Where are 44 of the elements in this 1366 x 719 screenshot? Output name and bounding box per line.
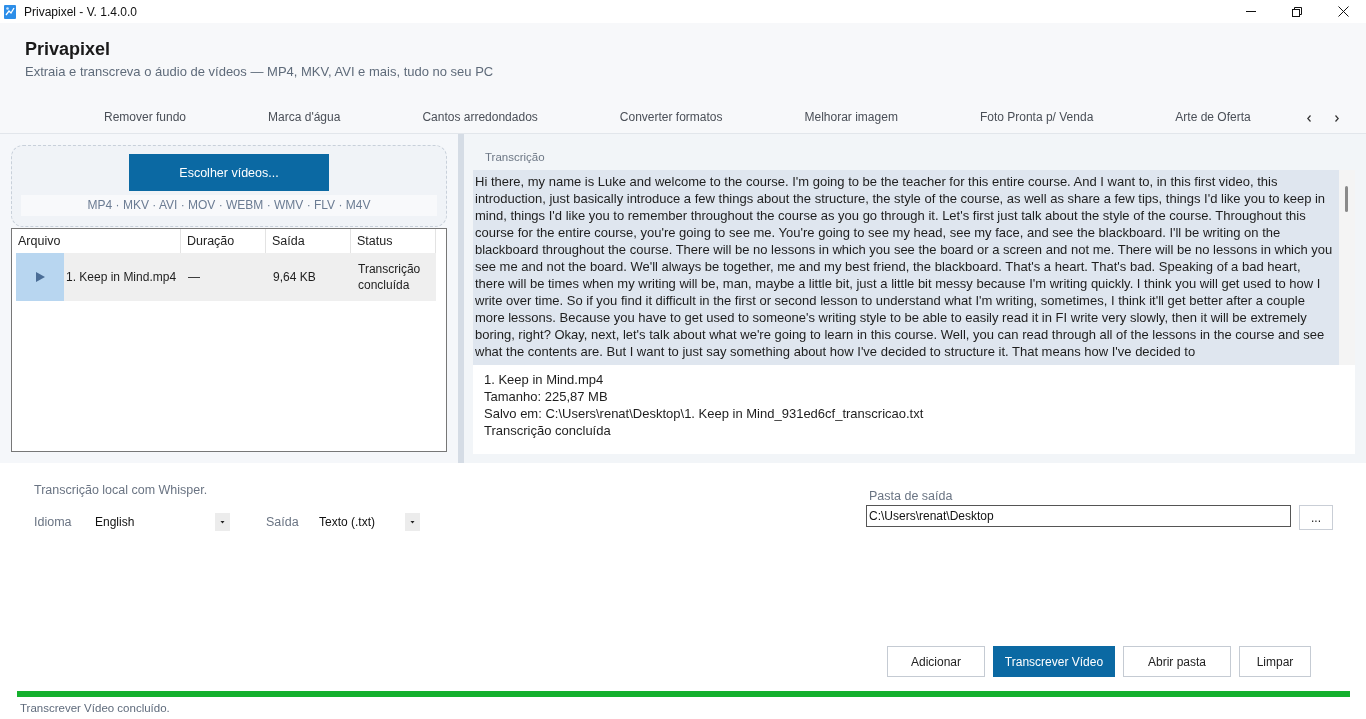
info-line: Tamanho: 225,87 MB [484,388,608,405]
restore-icon [1292,6,1302,17]
action-button[interactable]: Limpar [1239,646,1311,677]
table-cell-text: — [187,269,201,285]
info-line: 1. Keep in Mind.mp4 [484,371,604,388]
status-text: Transcrever Vídeo concluído. [19,701,170,716]
tool-tab[interactable]: Marca d'água [227,103,382,133]
transcript-label: Transcrição [484,150,546,165]
play-icon [35,272,45,282]
engine-note: Transcrição local com Whisper. [34,482,208,498]
app-icon [4,4,16,19]
drop-zone[interactable]: Escolher vídeos... MP4 · MKV · AVI · MOV · WEBM · WMV · FLV · M4V [11,145,447,227]
choose-videos-button[interactable]: Escolher vídeos... [129,154,329,191]
table-row[interactable]: 1. Keep in Mind.mp4 — 9,64 KB Transcrição concluída [16,253,436,301]
action-button[interactable]: Abrir pasta [1123,646,1231,677]
chevron-right-icon [1335,114,1339,122]
scrollbar[interactable] [1339,170,1355,365]
transcript-field[interactable]: Hi there, my name is Luke and welcome to the course. I'm going to be the teacher for this entire course. And I want to, in this first video, this introduction, just basically introduce a few things about the structure, the style of the course, as well as share a few tips, things I'd like you to keep in mind, things I'd like you to remember throughout the course as you go through it. Let's first just talk about the style of the course. Throughout this course for the entire course, you're going to see me. You're going to see my head, see my face, and see the blackboard. I'll be writing on the blackboard throughout the course. There will be no lessons in which you see the board or a screen and not me. There will be no lessons in which you see me and not the board. We'll always be together, me and my best friend, the blackboard. That's a heart. That's bad. Speaking of a bad heart, there will be times when my writing will be, man, maybe a little bit, just a little bit messy because I'm writing quickly. I think you will get used to how I write over time. So if you find it difficult in the first or second lesson to understand what I'm writing, sometimes, I think it'll get better after a couple more lessons. Because you have to get used to someone's writing style to be able to easily read it in FI write very slowly, then it will be extremely boring, right? Okay, next, let's talk about what we're going to learn in this course. Well, you can read through all of the lessons in the course and see what the contents are. But I want to just say something about how I've decided to structure it. That means how I've decided to [473,170,1355,365]
play-button[interactable] [16,253,64,301]
tool-tab[interactable]: Converter formatos [578,103,764,133]
tool-tab[interactable]: Remover fundo [63,103,228,133]
supported-formats: MP4 · MKV · AVI · MOV · WEBM · WMV · FLV · M4V [21,195,437,216]
tool-tab[interactable]: Arte de Oferta [1134,103,1292,133]
info-line: Transcrição concluída [484,422,611,439]
tool-tab[interactable]: Melhorar imagem [763,103,939,133]
action-button[interactable]: Transcrever Vídeo [993,646,1115,677]
window-title: Privapixel - V. 1.4.0.0 [24,4,137,19]
app-subtitle: Extraia e transcreva o áudio de vídeos — MP4, MKV, AVI e mais, tudo no seu PC [25,63,494,81]
chevron-left-icon [1307,114,1311,122]
table-cell-text: Transcrição concluída [357,261,422,293]
close-icon [1337,6,1349,17]
output-folder-label: Pasta de saída [868,489,953,503]
table-cell-text: 9,64 KB [272,269,317,285]
tool-tab[interactable]: Cantos arredondados [381,103,579,133]
info-line: Salvo em: C:\Users\renat\Desktop\1. Keep in Mind_931ed6cf_transcricao.txt [484,405,924,422]
output-format-label: Saída [266,515,300,529]
minimize-icon [1246,11,1256,12]
language-label: Idioma [34,515,73,529]
app-title: Privapixel [25,38,111,61]
table-cell-text: 1. Keep in Mind.mp4 [65,269,178,285]
output-folder-field[interactable]: C:\Users\renat\Desktop [866,505,1291,527]
tool-tab[interactable]: Foto Pronta p/ Venda [938,103,1135,133]
browse-button[interactable]: ... [1299,505,1333,530]
action-button[interactable]: Adicionar [887,646,985,677]
